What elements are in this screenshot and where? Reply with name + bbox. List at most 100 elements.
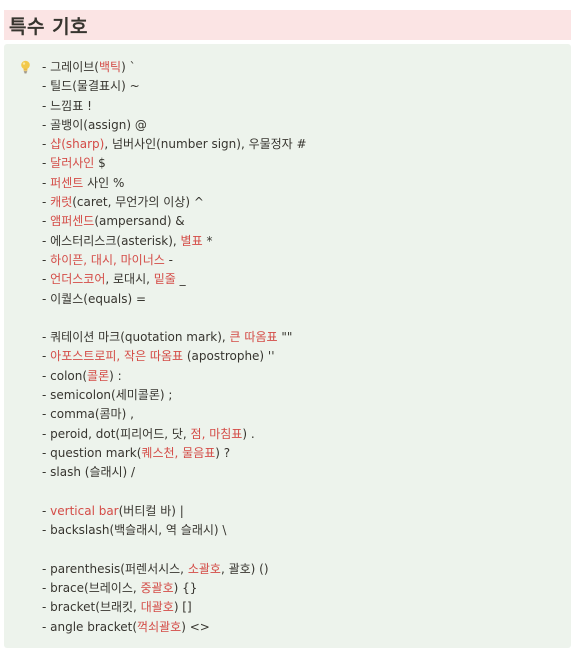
list-item-text: - semicolon(세미콜론) ;: [42, 388, 173, 403]
list-item-text: , 넘버사인(number sign), 우물정자 #: [104, 137, 307, 152]
list-item-text: ) {}: [173, 581, 198, 596]
highlighted-text: 퍼센트: [50, 175, 84, 190]
list-item: - 하이픈, 대시, 마이너스 -: [42, 251, 563, 270]
list-item: - colon(콜론) :: [42, 367, 563, 386]
list-item-text: - comma(콤마) ,: [42, 407, 134, 422]
list-item-text: -: [42, 137, 51, 152]
highlighted-text: 앰퍼센드: [50, 214, 95, 229]
list-item-text: - peroid, dot(피리어드, 닷,: [42, 426, 191, 441]
list-item-text: -: [42, 195, 51, 210]
callout-block: - 그레이브(백틱) ` - 틸드(물결표시) ~ - 느낌표 ! - 골뱅이(ass…: [4, 44, 571, 648]
list-item-text: -: [42, 503, 51, 518]
list-item-text: ) :: [109, 368, 122, 383]
highlighted-text: 언더스코어: [50, 272, 106, 287]
list-item: - 앰퍼센드(ampersand) &: [42, 212, 563, 231]
list-item: - 쿼테이션 마크(quotation mark), 큰 따옴표 "": [42, 328, 563, 347]
list-item: - angle bracket(꺽쇠괄호) <>: [42, 618, 563, 637]
list-item-text: -: [42, 252, 51, 267]
highlighted-text: vertical bar: [50, 503, 119, 518]
list-item-text: , 로대시,: [105, 272, 154, 287]
list-item: - 골뱅이(assign) @: [42, 116, 563, 135]
list-item: - comma(콤마) ,: [42, 405, 563, 424]
list-item-text: - 에스터리스크(asterisk),: [42, 233, 181, 248]
list-item-text: (caret, 무언가의 이상) ^: [72, 195, 204, 210]
list-item-text: - angle bracket(: [42, 619, 138, 634]
lightbulb-icon: [21, 60, 30, 74]
list-item-text: - parenthesis(퍼렌서시스,: [42, 561, 188, 576]
list-item-text: - backslash(백슬래시, 역 슬래시) \: [42, 523, 227, 538]
list-item-text: (apostrophe) '': [183, 349, 275, 364]
list-item-text: _: [175, 272, 186, 287]
list-item-text: (ampersand) &: [94, 214, 185, 229]
list-item: - 이퀄스(equals) =: [42, 290, 563, 309]
section-heading-title: 특수 기호: [9, 15, 89, 38]
section-heading: 특수 기호: [4, 10, 571, 40]
highlighted-text: 샵(sharp): [50, 137, 105, 152]
highlighted-text: 대괄호: [140, 600, 174, 615]
highlighted-text: 달러사인: [50, 156, 95, 171]
list-item-text: - question mark(: [42, 445, 142, 460]
list-item: - slash (슬래시) /: [42, 463, 563, 482]
list-item: - 아포스트로피, 작은 따옴표 (apostrophe) '': [42, 347, 563, 366]
highlighted-text: 캐럿: [50, 195, 73, 210]
list-item: - 샵(sharp), 넘버사인(number sign), 우물정자 #: [42, 135, 563, 154]
list-item-text: - 이퀄스(equals) =: [42, 291, 147, 306]
list-item-text: (버티컬 바) |: [118, 503, 184, 518]
list-item-text: *: [202, 233, 213, 248]
highlighted-text: 소괄호: [187, 561, 221, 576]
list-item-text: -: [42, 272, 51, 287]
highlighted-text: 점, 마침표: [190, 426, 243, 441]
list-item: - peroid, dot(피리어드, 닷, 점, 마침표) .: [42, 425, 563, 444]
list-item-text: ) <>: [181, 619, 210, 634]
list-item-text: - bracket(브래킷,: [42, 600, 141, 615]
list-item: - brace(브레이스, 중괄호) {}: [42, 579, 563, 598]
list-item-text: - 틸드(물결표시) ~: [42, 79, 140, 94]
list-item: - 느낌표 !: [42, 97, 563, 116]
list-item: - 달러사인 $: [42, 154, 563, 173]
list-item: - 그레이브(백틱) `: [42, 58, 563, 77]
list-item-text: -: [164, 252, 173, 267]
list-item-text: -: [42, 349, 51, 364]
highlighted-text: 밑줄: [153, 272, 176, 287]
list-item: - parenthesis(퍼렌서시스, 소괄호, 괄호) (): [42, 560, 563, 579]
list-item: - 틸드(물결표시) ~: [42, 77, 563, 96]
list-item: - 퍼센트 사인 %: [42, 174, 563, 193]
list-item-text: ) ?: [215, 445, 231, 460]
list-item: - vertical bar(버티컬 바) |: [42, 502, 563, 521]
list-item-text: ) .: [242, 426, 255, 441]
list-item-text: - colon(: [42, 368, 88, 383]
list-item: - bracket(브래킷, 대괄호) []: [42, 598, 563, 617]
list-item-text: - slash (슬래시) /: [42, 465, 136, 480]
list-item-text: -: [42, 156, 51, 171]
list-item-text: ) []: [173, 600, 192, 615]
list-item: - 에스터리스크(asterisk), 별표 *: [42, 232, 563, 251]
highlighted-text: 중괄호: [140, 581, 174, 596]
highlighted-text: 별표: [180, 233, 203, 248]
list-item-text: - 골뱅이(assign) @: [42, 117, 147, 132]
list-item-text: - 그레이브(: [42, 60, 99, 74]
highlighted-text: 하이픈, 대시, 마이너스: [50, 252, 165, 267]
list-item: - 캐럿(caret, 무언가의 이상) ^: [42, 193, 563, 212]
list-item-text: - 느낌표 !: [42, 98, 92, 113]
list-item: - semicolon(세미콜론) ;: [42, 386, 563, 405]
list-item-text: 사인 %: [83, 175, 125, 190]
highlighted-text: 백틱: [99, 60, 122, 74]
list-item: - question mark(퀘스천, 물음표) ?: [42, 444, 563, 463]
list-item-text: -: [42, 214, 51, 229]
list-item-text: ) `: [121, 60, 136, 74]
highlighted-text: 큰 따옴표: [229, 330, 278, 345]
list-item-text: , 괄호) (): [220, 561, 269, 576]
highlighted-text: 콜론: [87, 368, 110, 383]
highlighted-text: 꺽쇠괄호: [137, 619, 182, 634]
list-item: - backslash(백슬래시, 역 슬래시) \: [42, 521, 563, 540]
list-item-text: - 쿼테이션 마크(quotation mark),: [42, 330, 230, 345]
list-item-text: -: [42, 175, 51, 190]
highlighted-text: 퀘스천, 물음표: [141, 445, 216, 460]
list-item-text: $: [94, 156, 106, 171]
list-item-text: "": [277, 330, 293, 345]
list-item-text: - brace(브레이스,: [42, 581, 141, 596]
list-item: - 언더스코어, 로대시, 밑줄 _: [42, 270, 563, 289]
